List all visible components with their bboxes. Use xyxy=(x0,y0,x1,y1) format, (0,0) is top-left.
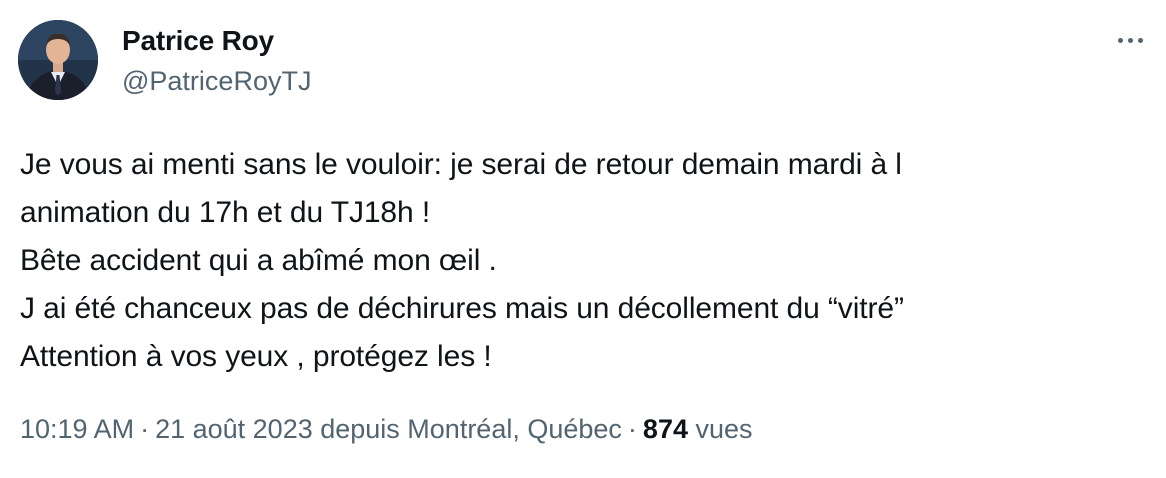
tweet-card: Patrice Roy @PatriceRoyTJ Je vous ai men… xyxy=(0,0,1166,478)
avatar[interactable] xyxy=(18,20,98,100)
tweet-text-line: Je vous ai menti sans le vouloir: je ser… xyxy=(20,148,902,181)
tweet-date-location[interactable]: 21 août 2023 depuis Montréal, Québec xyxy=(155,414,622,444)
avatar-image xyxy=(18,20,98,100)
author-name[interactable]: Patrice Roy xyxy=(122,24,274,58)
tweet-text-line: Bête accident qui a abîmé mon œil . xyxy=(20,244,497,277)
tweet-text: Je vous ai menti sans le vouloir: je ser… xyxy=(20,141,1140,381)
tweet-meta: 10:19 AM · 21 août 2023 depuis Montréal, Q… xyxy=(20,411,753,447)
author-handle[interactable]: @PatriceRoyTJ xyxy=(122,64,311,98)
tweet-time[interactable]: 10:19 AM xyxy=(20,414,134,444)
meta-separator: · xyxy=(627,414,637,444)
tweet-text-line: animation du 17h et du TJ18h ! xyxy=(20,196,431,229)
meta-separator: · xyxy=(140,414,150,444)
more-dot xyxy=(1137,37,1143,43)
more-dot xyxy=(1127,37,1133,43)
tweet-text-line: Attention à vos yeux , protégez les ! xyxy=(20,340,492,373)
more-dot xyxy=(1117,37,1123,43)
views-label: vues xyxy=(695,414,753,444)
more-horizontal-icon[interactable] xyxy=(1110,26,1150,54)
tweet-text-line: J ai été chanceux pas de déchirures mais… xyxy=(20,292,904,325)
views-count[interactable]: 874 xyxy=(643,414,688,444)
